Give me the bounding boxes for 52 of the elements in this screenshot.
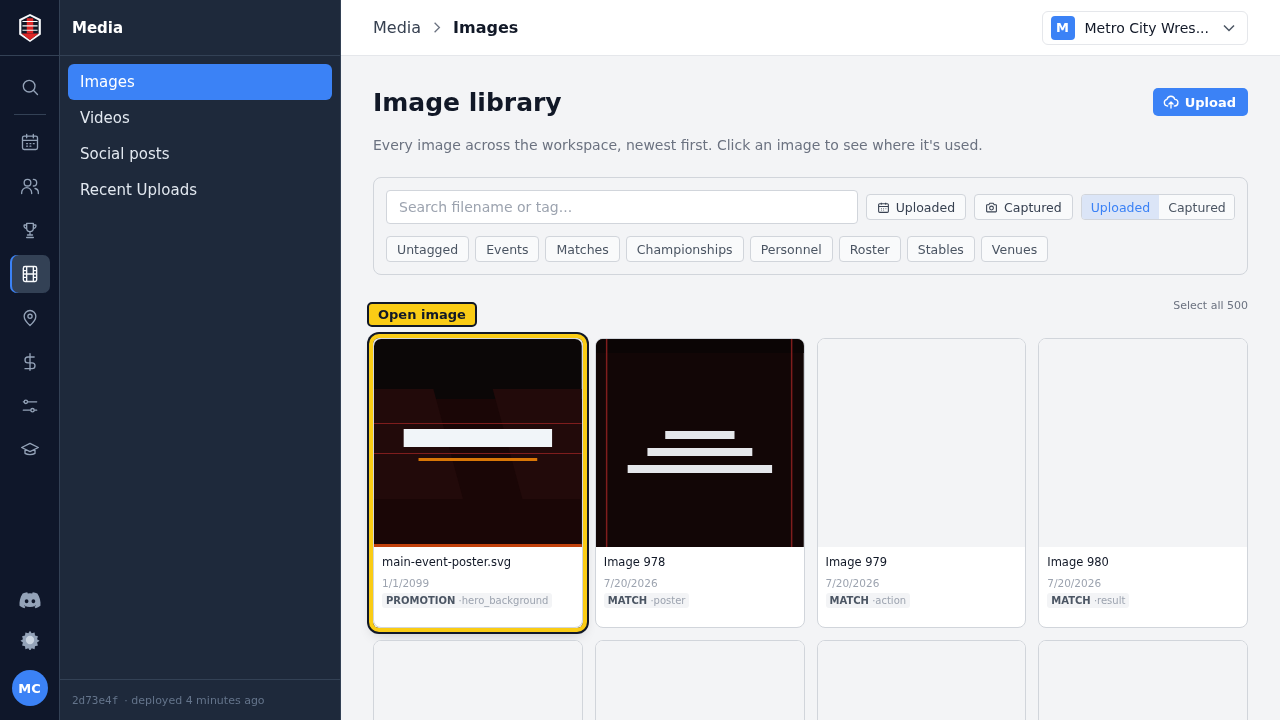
filter-button[interactable]: Captured [974, 194, 1073, 220]
page-description: Every image across the workspace, newest first. Click an image to see where it's used. [373, 137, 984, 153]
image-filename: Image 979 [825, 555, 889, 569]
organization-switcher[interactable]: M Metro City Wres... [1041, 10, 1248, 45]
image-date: 7/20/2026 [825, 577, 881, 589]
sort-toggle-option[interactable]: Captured [1159, 195, 1234, 219]
filter-button[interactable]: Uploaded [865, 194, 967, 220]
page-title: Image library [373, 88, 562, 117]
image-card[interactable]: Image 979 7/20/2026 MATCH ·action [816, 338, 1027, 628]
image-tag: PROMOTION ·hero_background [382, 593, 553, 608]
image-filename: Image 980 [1047, 555, 1110, 569]
select-all-link[interactable]: Select all 500 [1173, 299, 1248, 312]
sidebar-item[interactable]: Images [68, 64, 332, 100]
sidebar-item[interactable]: Social posts [68, 136, 332, 172]
image-tag: MATCH ·result [1047, 593, 1130, 608]
camera-icon [985, 200, 999, 214]
breadcrumb-current: Images [453, 18, 519, 37]
breadcrumb-link[interactable]: Media [373, 18, 422, 37]
image-date: 1/1/2099 [382, 577, 431, 589]
film-icon[interactable] [9, 255, 50, 293]
tag-filter-chip[interactable]: Championships [625, 236, 744, 262]
upload-button[interactable]: Upload [1152, 88, 1248, 116]
tooltip: Open image [367, 302, 477, 327]
image-tag: MATCH ·action [825, 593, 911, 608]
user-avatar[interactable]: MC [11, 670, 48, 706]
logo-icon[interactable] [16, 11, 43, 44]
settings-icon[interactable] [18, 630, 41, 650]
deploy-status: · deployed 4 minutes ago [124, 693, 265, 707]
tag-filter-chip[interactable]: Events [475, 236, 540, 262]
tag-filter-chip[interactable]: Roster [838, 236, 901, 262]
sidebar-item[interactable]: Recent Uploads [68, 172, 332, 208]
image-filename: Image 978 [603, 555, 667, 569]
image-card[interactable]: Image 978 7/20/2026 MATCH ·poster [594, 338, 805, 628]
upload-icon [1162, 94, 1179, 110]
discord-icon[interactable] [18, 590, 41, 610]
image-card[interactable]: Image 980 7/20/2026 MATCH ·result [1038, 338, 1248, 628]
tag-filter-chip[interactable]: Untagged [386, 236, 470, 262]
chevron-down-icon [1223, 23, 1235, 32]
image-date: 7/20/2026 [603, 577, 659, 589]
chevron-right-icon [433, 21, 442, 34]
section-title: Media [60, 0, 340, 56]
search-field[interactable]: Search filename or tag... [386, 190, 858, 224]
sidebar-item[interactable]: Videos [68, 100, 332, 136]
image-tag: MATCH ·poster [603, 593, 690, 608]
tag-filter-chip[interactable]: Matches [545, 236, 620, 262]
image-filename: main-event-poster.svg [382, 555, 513, 569]
commit-hash: 2d73e4f [72, 693, 119, 707]
calendar-icon [876, 200, 890, 214]
tag-filter-chip[interactable]: Venues [980, 236, 1049, 262]
image-date: 7/20/2026 [1047, 577, 1103, 589]
tag-filter-chip[interactable]: Personnel [749, 236, 833, 262]
tag-filter-chip[interactable]: Stables [906, 236, 975, 262]
